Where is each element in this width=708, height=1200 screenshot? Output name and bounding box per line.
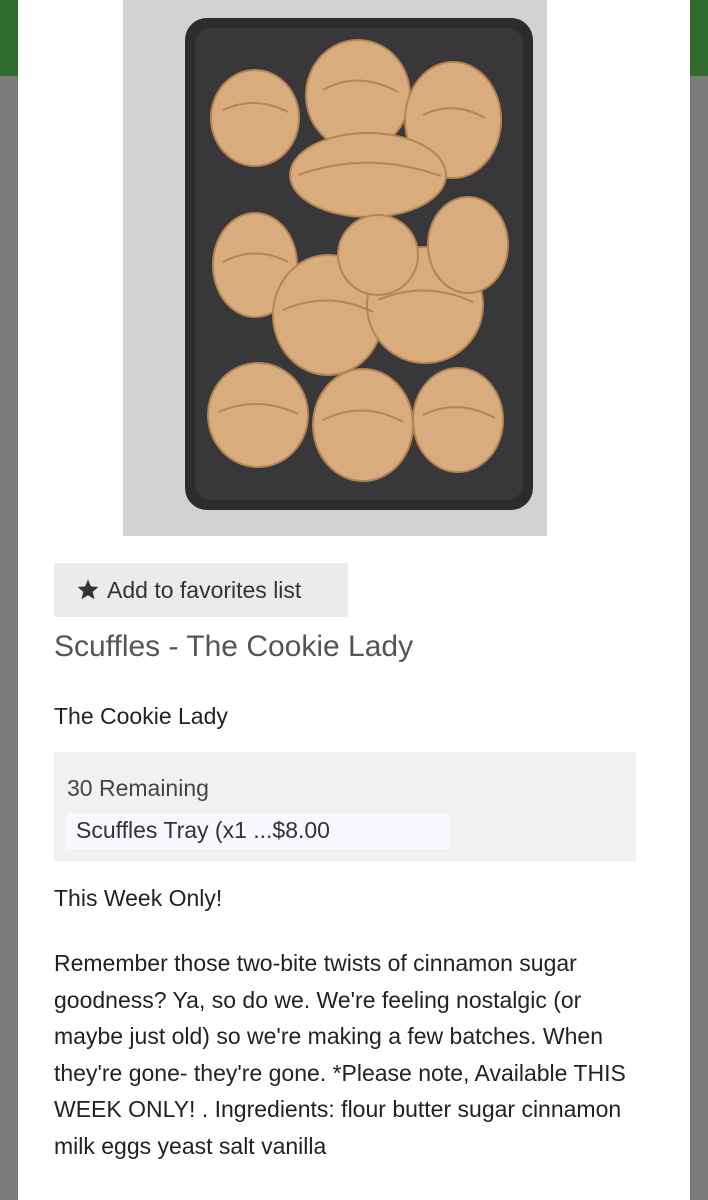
star-icon: [76, 578, 100, 602]
product-description: Remember those two-bite twists of cinnam…: [54, 950, 626, 1159]
remaining-count: 30 Remaining: [67, 775, 209, 801]
product-image: [123, 0, 547, 536]
product-option-select[interactable]: Scuffles Tray (x1 ...$8.00: [66, 813, 449, 849]
site-header-bar: [690, 0, 708, 76]
page: Add to favorites list Scuffles - The Coo…: [0, 0, 708, 1200]
purchase-options-box: 30 Remaining Scuffles Tray (x1 ...$8.00: [54, 752, 636, 861]
add-to-favorites-button[interactable]: Add to favorites list: [54, 563, 348, 617]
vendor-name: The Cookie Lady: [54, 703, 228, 729]
site-header-bar: [0, 0, 18, 76]
product-modal: Add to favorites list Scuffles - The Coo…: [18, 0, 690, 1200]
add-to-favorites-label: Add to favorites list: [107, 576, 302, 603]
product-title: Scuffles - The Cookie Lady: [54, 630, 414, 663]
product-tagline: This Week Only!: [54, 885, 223, 911]
